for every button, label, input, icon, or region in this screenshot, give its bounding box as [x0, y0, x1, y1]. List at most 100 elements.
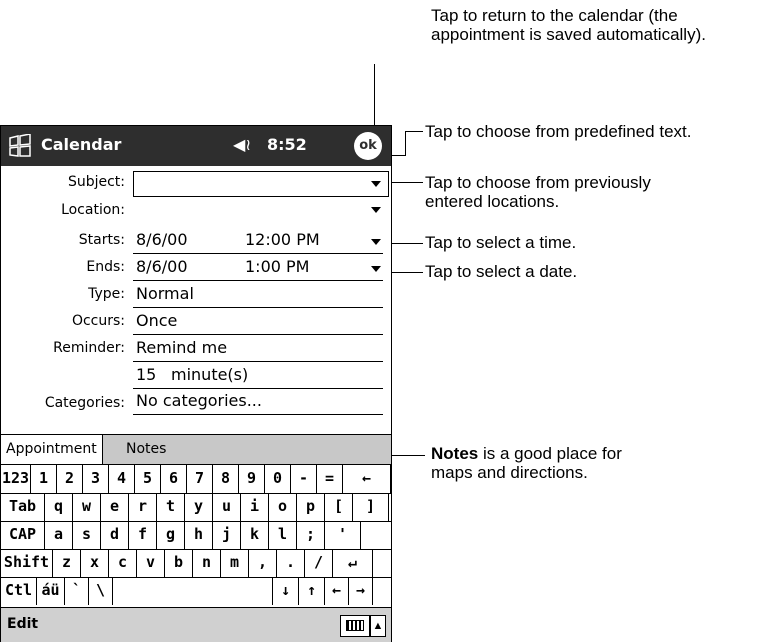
keyboard-key[interactable]: 4	[109, 465, 135, 493]
keyboard-key[interactable]: áü	[37, 577, 65, 605]
type-underline	[133, 307, 383, 308]
keyboard-key[interactable]: Ctl	[1, 577, 37, 605]
keyboard-key[interactable]: [	[325, 493, 353, 521]
keyboard-key[interactable]: 6	[161, 465, 187, 493]
keyboard-key[interactable]: u	[213, 493, 241, 521]
categories-value[interactable]: No categories...	[136, 391, 262, 410]
keyboard-key[interactable]: CAP	[1, 521, 45, 549]
keyboard-key[interactable]: r	[129, 493, 157, 521]
edit-menu[interactable]: Edit	[7, 616, 38, 632]
starts-time[interactable]: 12:00 PM	[245, 230, 320, 249]
keyboard-key[interactable]: s	[73, 521, 101, 549]
keyboard-key[interactable]: ←	[325, 577, 349, 605]
ends-dropdown-icon[interactable]	[371, 266, 381, 272]
subject-row: Subject:	[1, 170, 391, 197]
keyboard-key[interactable]: a	[45, 521, 73, 549]
keyboard-key[interactable]: k	[241, 521, 269, 549]
keyboard-space-key[interactable]	[113, 577, 273, 605]
keyboard-key[interactable]: t	[157, 493, 185, 521]
keyboard-key[interactable]: ←	[343, 465, 391, 493]
keyboard-icon[interactable]	[340, 615, 370, 637]
keyboard-row-4: Shift z x c v b n m,. / ↵	[1, 549, 391, 578]
keyboard-key[interactable]: e	[101, 493, 129, 521]
ends-time[interactable]: 1:00 PM	[245, 257, 309, 276]
starts-label: Starts:	[78, 232, 125, 248]
keyboard-key[interactable]: i	[241, 493, 269, 521]
keyboard-key[interactable]: =	[317, 465, 343, 493]
keyboard-key[interactable]: 8	[213, 465, 239, 493]
keyboard-key[interactable]: ↵	[333, 549, 373, 577]
callout-predefined: Tap to choose from predefined text.	[425, 122, 692, 141]
input-selector-arrow-icon[interactable]: ▲	[370, 615, 386, 637]
type-value[interactable]: Normal	[136, 284, 194, 303]
location-dropdown-icon[interactable]	[371, 207, 381, 213]
reminder-unit[interactable]: minute(s)	[171, 365, 248, 384]
keyboard-key[interactable]: -	[291, 465, 317, 493]
keyboard-key[interactable]: \	[89, 577, 113, 605]
occurs-value[interactable]: Once	[136, 311, 177, 330]
keyboard-key[interactable]: 123	[1, 465, 31, 493]
categories-row: Categories: No categories...	[1, 389, 391, 415]
keyboard-key[interactable]: 2	[57, 465, 83, 493]
keyboard-key[interactable]: 0	[265, 465, 291, 493]
keyboard-key[interactable]: g	[157, 521, 185, 549]
keyboard-key[interactable]: l	[269, 521, 297, 549]
keyboard-key[interactable]: h	[185, 521, 213, 549]
tab-notes[interactable]: Notes	[121, 435, 171, 464]
keyboard-key[interactable]: /	[305, 549, 333, 577]
keyboard-key[interactable]: w	[73, 493, 101, 521]
pocketpc-screen: Calendar ◀︎≀ 8:52 ok Subject: Location: …	[0, 125, 392, 642]
callout-location-line2: entered locations.	[425, 192, 560, 211]
keyboard-key[interactable]: j	[213, 521, 241, 549]
keyboard-key[interactable]: f	[129, 521, 157, 549]
keyboard-key[interactable]: 9	[239, 465, 265, 493]
keyboard-key[interactable]: x	[81, 549, 109, 577]
callout-notes-rest: is a good place for	[478, 444, 622, 463]
windows-flag-icon[interactable]	[7, 134, 33, 158]
keyboard-key[interactable]: `	[65, 577, 89, 605]
type-label: Type:	[88, 286, 125, 302]
keyboard-key[interactable]: o	[269, 493, 297, 521]
keyboard-key[interactable]: ]	[353, 493, 389, 521]
tab-appointment[interactable]: Appointment	[1, 435, 103, 464]
reminder-amount[interactable]: 15	[136, 365, 156, 384]
keyboard-key[interactable]: 1	[31, 465, 57, 493]
keyboard-key[interactable]: ,	[249, 549, 277, 577]
location-label: Location:	[61, 202, 125, 218]
keyboard-key[interactable]: ↑	[299, 577, 325, 605]
keyboard-key[interactable]: ;	[297, 521, 325, 549]
keyboard-key[interactable]: d	[101, 521, 129, 549]
keyboard-key[interactable]: Tab	[1, 493, 45, 521]
keyboard-key[interactable]: m	[221, 549, 249, 577]
keyboard-key[interactable]: b	[165, 549, 193, 577]
keyboard-key[interactable]: q	[45, 493, 73, 521]
keyboard-key[interactable]: →	[349, 577, 373, 605]
keyboard-key[interactable]: z	[53, 549, 81, 577]
ok-button[interactable]: ok	[354, 132, 382, 160]
callout-notes-line2: maps and directions.	[431, 463, 588, 482]
keyboard-key[interactable]: y	[185, 493, 213, 521]
ends-label: Ends:	[86, 259, 125, 275]
callout-predefined-leader-v	[405, 131, 406, 156]
keyboard-key[interactable]: n	[193, 549, 221, 577]
keyboard-key[interactable]: ↓	[273, 577, 299, 605]
keyboard-key[interactable]: .	[277, 549, 305, 577]
starts-dropdown-icon[interactable]	[371, 239, 381, 245]
keyboard-key[interactable]: p	[297, 493, 325, 521]
callout-notes-line1: Notes is a good place for	[431, 444, 622, 464]
starts-date[interactable]: 8/6/00	[136, 230, 188, 249]
subject-input[interactable]	[133, 171, 389, 197]
volume-icon[interactable]: ◀︎≀	[233, 135, 251, 154]
keyboard-key[interactable]: '	[325, 521, 361, 549]
clock[interactable]: 8:52	[267, 135, 307, 154]
keyboard-key[interactable]: c	[109, 549, 137, 577]
reminder-value[interactable]: Remind me	[136, 338, 227, 357]
keyboard-key[interactable]: Shift	[1, 549, 53, 577]
keyboard-key[interactable]: v	[137, 549, 165, 577]
keyboard-key[interactable]: 3	[83, 465, 109, 493]
keyboard-key[interactable]: 7	[187, 465, 213, 493]
callout-date: Tap to select a date.	[425, 262, 578, 281]
ends-date[interactable]: 8/6/00	[136, 257, 188, 276]
subject-dropdown-icon[interactable]	[371, 181, 381, 187]
keyboard-key[interactable]: 5	[135, 465, 161, 493]
